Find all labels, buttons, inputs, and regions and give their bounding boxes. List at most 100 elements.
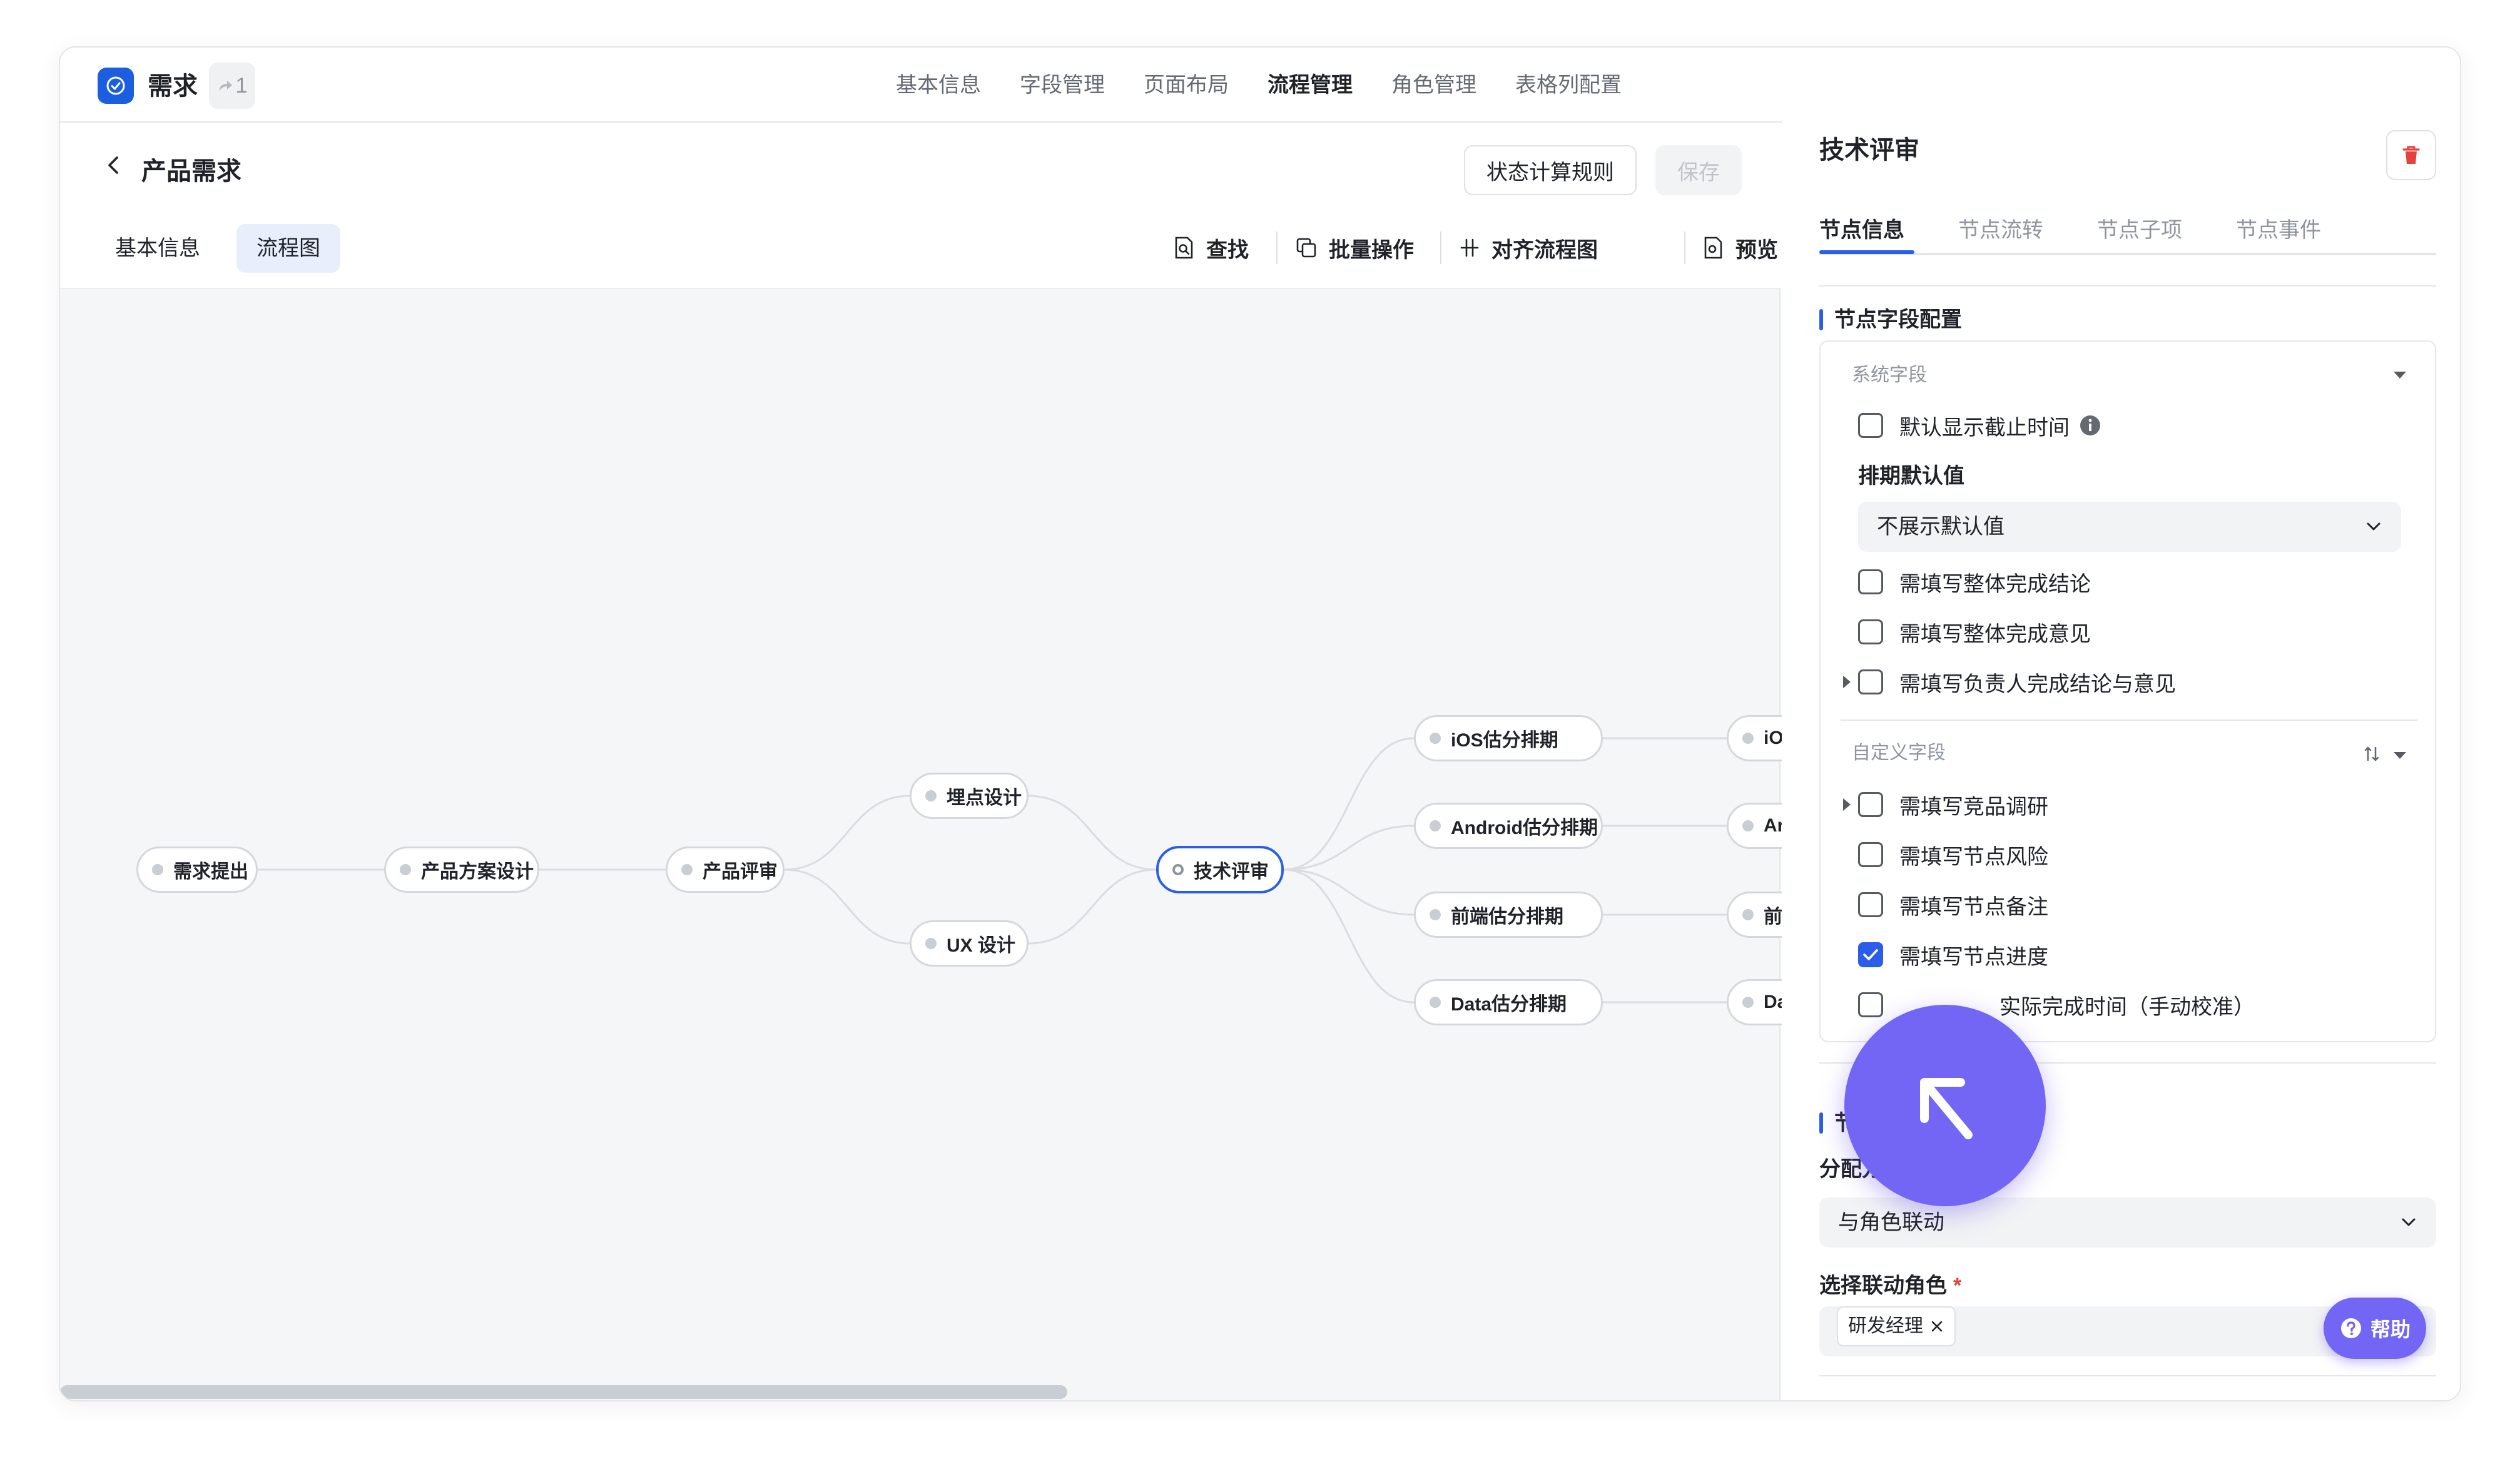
option-label: 需填写节点备注 xyxy=(1899,895,2048,919)
flow-node-label: 技术评审 xyxy=(1194,862,1269,882)
toolbar-divider xyxy=(1684,231,1685,264)
flow-node-label: 产品评审 xyxy=(703,862,778,882)
custom-option-progress[interactable]: 需填写节点进度 xyxy=(1843,938,2048,971)
custom-option-risk[interactable]: 需填写节点风险 xyxy=(1843,838,2048,871)
checkbox-checked[interactable] xyxy=(1858,942,1883,967)
custom-option-competitor[interactable]: 需填写竞品调研 xyxy=(1843,788,2048,821)
flow-node-ios-estimate[interactable]: iOS估分排期 xyxy=(1414,715,1603,761)
chevron-down-icon xyxy=(2367,522,2380,531)
flow-node-label: UX 设计 xyxy=(947,935,1016,956)
align-flowchart-label: 对齐流程图 xyxy=(1491,238,1598,262)
question-icon xyxy=(2340,1318,2361,1338)
panel-tab-node-transition[interactable]: 节点流转 xyxy=(1958,211,2043,249)
flow-node-product-design[interactable]: 产品方案设计 xyxy=(384,846,539,893)
group-divider xyxy=(1841,719,2417,721)
node-status-dot xyxy=(1430,820,1441,831)
flow-node-tech-review[interactable]: 技术评审 xyxy=(1156,846,1284,893)
top-tab-page-layout[interactable]: 页面布局 xyxy=(1144,66,1229,104)
node-status-dot xyxy=(1742,733,1754,744)
linked-role-text: 选择联动角色 xyxy=(1819,1274,1947,1298)
flow-node-data-estimate[interactable]: Data估分排期 xyxy=(1414,979,1603,1025)
flow-node-requirement[interactable]: 需求提出 xyxy=(136,846,258,893)
role-tag: 研发经理 xyxy=(1837,1306,1956,1346)
batch-operation-button[interactable]: 批量操作 xyxy=(1295,229,1414,267)
sys-option-overall-opinion[interactable]: 需填写整体完成意见 xyxy=(1843,616,2091,648)
toolbar-divider xyxy=(1440,231,1441,264)
subtab-flowchart[interactable]: 流程图 xyxy=(236,224,340,273)
assign-method-select[interactable]: 与角色联动 xyxy=(1819,1197,2436,1248)
default-deadline-checkbox[interactable] xyxy=(1858,413,1883,438)
preview-button[interactable]: 预览 xyxy=(1703,229,1778,267)
sys-option-overall-conclusion[interactable]: 需填写整体完成结论 xyxy=(1843,566,2091,598)
custom-option-remark[interactable]: 需填写节点备注 xyxy=(1843,888,2048,921)
node-status-dot xyxy=(1742,997,1754,1008)
collapse-triangle-icon[interactable] xyxy=(2391,750,2409,762)
top-tab-process-management[interactable]: 流程管理 xyxy=(1268,66,1353,104)
panel-tab-node-events[interactable]: 节点事件 xyxy=(2236,211,2321,249)
top-tab-field-management[interactable]: 字段管理 xyxy=(1020,66,1105,104)
required-mark: * xyxy=(1953,1274,1962,1298)
check-icon xyxy=(1863,949,1878,960)
floating-cursor-button[interactable] xyxy=(1844,1005,2046,1206)
node-status-dot xyxy=(1742,909,1754,920)
checkbox[interactable] xyxy=(1858,669,1883,694)
help-button[interactable]: 帮助 xyxy=(2324,1298,2426,1359)
flow-node-ux-design[interactable]: UX 设计 xyxy=(910,920,1029,967)
checkbox[interactable] xyxy=(1858,992,1883,1017)
find-label: 查找 xyxy=(1206,238,1249,262)
top-tab-table-columns[interactable]: 表格列配置 xyxy=(1515,66,1622,104)
checkbox[interactable] xyxy=(1858,792,1883,817)
panel-tab-node-info[interactable]: 节点信息 xyxy=(1819,211,1904,249)
collapse-triangle-icon[interactable] xyxy=(2391,369,2409,382)
top-tab-basic-info[interactable]: 基本信息 xyxy=(896,66,981,104)
horizontal-scrollbar[interactable] xyxy=(60,1385,1067,1399)
default-deadline-option[interactable]: 默认显示截止时间 xyxy=(1843,409,2102,442)
checkbox[interactable] xyxy=(1858,619,1883,644)
assign-method-value: 与角色联动 xyxy=(1838,1211,1944,1234)
expand-caret-icon[interactable] xyxy=(1843,798,1851,811)
flow-node-label: Data估分排期 xyxy=(1451,994,1567,1015)
flowchart-canvas[interactable]: 需求提出 产品方案设计 产品评审 埋点设计 UX 设计 技术评审 iOS估分排期… xyxy=(60,288,1814,1400)
share-button[interactable]: 1 xyxy=(209,63,255,109)
panel-tab-node-subitems[interactable]: 节点子项 xyxy=(2097,211,2182,249)
top-tab-role-management[interactable]: 角色管理 xyxy=(1391,66,1476,104)
flow-node-frontend-estimate[interactable]: 前端估分排期 xyxy=(1414,892,1603,938)
expand-caret-icon[interactable] xyxy=(1843,676,1851,688)
remove-tag-icon[interactable] xyxy=(1929,1319,1944,1334)
node-status-dot xyxy=(1430,733,1441,744)
option-label: 需填写节点风险 xyxy=(1899,845,2048,869)
flow-node-label: iOS估分排期 xyxy=(1451,730,1558,751)
field-config-box: 系统字段 默认显示截止时间 排期默认值 不展示默认值 需填写整体完成结论 需填写… xyxy=(1819,340,2436,1042)
panel-tabs: 节点信息 节点流转 节点子项 节点事件 xyxy=(1819,211,2436,255)
save-button[interactable]: 保存 xyxy=(1655,145,1742,195)
flow-node-label: 埋点设计 xyxy=(947,788,1022,808)
find-button[interactable]: 查找 xyxy=(1174,229,1249,267)
flow-node-tracking-design[interactable]: 埋点设计 xyxy=(910,773,1029,819)
checkbox[interactable] xyxy=(1858,842,1883,867)
node-status-dot xyxy=(1172,864,1184,875)
node-status-dot xyxy=(681,864,693,875)
align-grid-icon xyxy=(1460,238,1479,257)
panel-title: 技术评审 xyxy=(1819,136,1919,164)
sys-option-owner-conclusion[interactable]: 需填写负责人完成结论与意见 xyxy=(1843,666,2176,698)
arrow-up-left-icon xyxy=(1920,1078,1973,1139)
checkbox[interactable] xyxy=(1858,892,1883,917)
help-label: 帮助 xyxy=(2370,1318,2411,1341)
back-chevron-icon[interactable] xyxy=(101,153,126,178)
option-label: 需填写竞品调研 xyxy=(1899,795,2048,819)
section-node-field-config: 节点字段配置 xyxy=(1819,304,1962,335)
align-flowchart-button[interactable]: 对齐流程图 xyxy=(1459,229,1598,267)
flow-node-product-review[interactable]: 产品评审 xyxy=(666,846,785,893)
preview-label: 预览 xyxy=(1735,238,1778,262)
delete-node-button[interactable] xyxy=(2386,130,2436,180)
option-label: 需填写负责人完成结论与意见 xyxy=(1899,672,2176,696)
active-tab-indicator xyxy=(1819,250,1914,254)
subtab-basic-info[interactable]: 基本信息 xyxy=(95,224,220,273)
sort-icon[interactable] xyxy=(2362,745,2381,763)
status-rule-button[interactable]: 状态计算规则 xyxy=(1464,145,1637,195)
flow-node-android-estimate[interactable]: Android估分排期 xyxy=(1414,803,1603,849)
checkbox[interactable] xyxy=(1858,569,1883,594)
schedule-default-select[interactable]: 不展示默认值 xyxy=(1858,502,2401,552)
node-status-dot xyxy=(925,790,937,801)
flow-node-label: 前 xyxy=(1764,907,1782,927)
